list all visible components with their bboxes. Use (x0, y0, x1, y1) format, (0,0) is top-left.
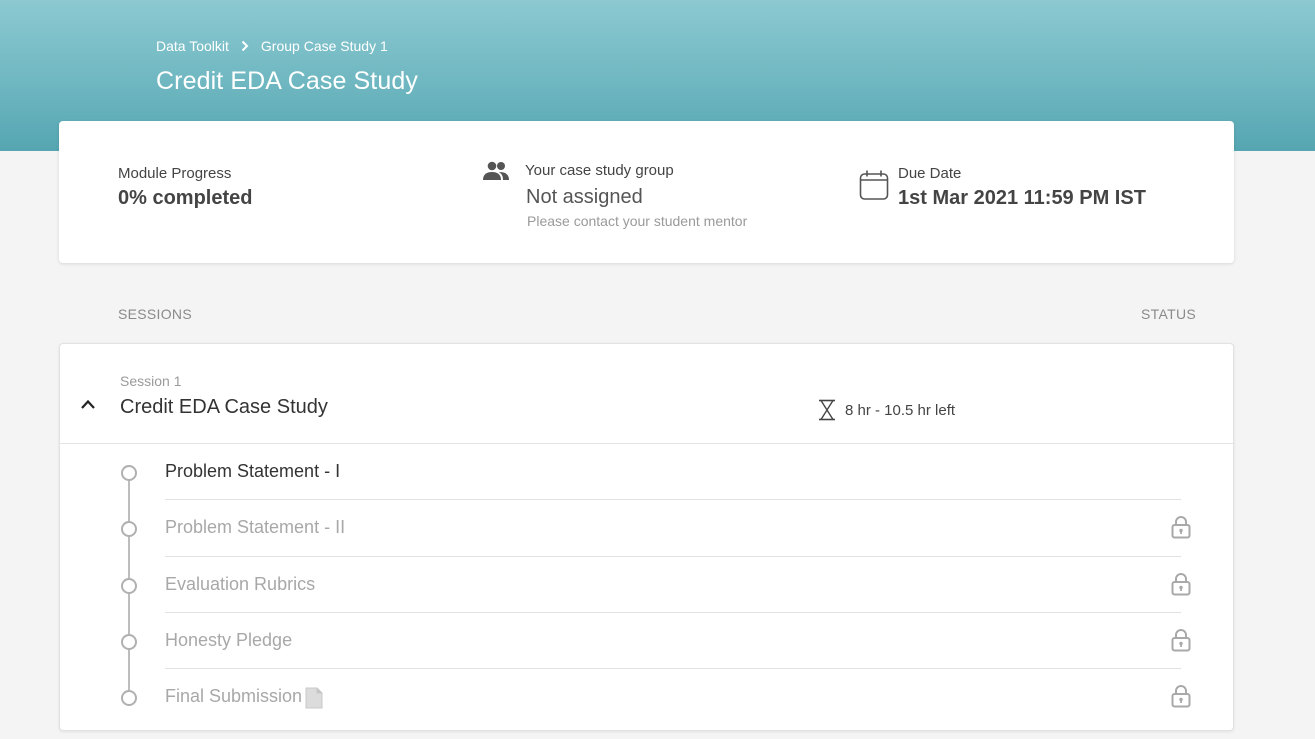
page-title: Credit EDA Case Study (156, 67, 418, 95)
list-item[interactable]: Problem Statement - I (60, 444, 1233, 500)
module-progress: Module Progress 0% completed (118, 165, 252, 210)
session-title[interactable]: Credit EDA Case Study (120, 396, 328, 419)
breadcrumb: Data Toolkit Group Case Study 1 (156, 38, 388, 54)
due-date-label: Due Date (898, 165, 962, 182)
timeline-dot (121, 634, 137, 650)
list-item[interactable]: Final Submission (60, 669, 1233, 725)
timeline-dot (121, 521, 137, 537)
timeline-dot (121, 578, 137, 594)
item-label[interactable]: Problem Statement - II (165, 517, 345, 538)
group-value: Not assigned (526, 186, 643, 208)
chevron-right-icon (241, 40, 249, 52)
item-label[interactable]: Final Submission (165, 686, 302, 707)
summary-card: Module Progress 0% completed Your case s… (59, 121, 1234, 263)
time-left: 8 hr - 10.5 hr left (817, 399, 955, 421)
list-item[interactable]: Honesty Pledge (60, 613, 1233, 669)
lock-icon[interactable] (1171, 572, 1191, 596)
session-number: Session 1 (120, 373, 182, 389)
due-date: Due Date 1st Mar 2021 11:59 PM IST (898, 165, 1146, 210)
group-note: Please contact your student mentor (527, 213, 748, 229)
time-left-text: 8 hr - 10.5 hr left (845, 401, 956, 419)
sessions-column-label: SESSIONS (118, 306, 192, 322)
status-column-label: STATUS (1141, 306, 1196, 322)
timeline-dot (121, 690, 137, 706)
lock-icon[interactable] (1171, 515, 1191, 539)
breadcrumb-data-toolkit[interactable]: Data Toolkit (156, 38, 229, 54)
timeline-dot (121, 465, 137, 481)
case-study-group: Your case study group Not assigned Pleas… (525, 162, 747, 229)
sessions-header: SESSIONS STATUS (118, 306, 1196, 322)
session-header[interactable]: Session 1 Credit EDA Case Study 8 hr - 1… (60, 344, 1233, 444)
list-item[interactable]: Evaluation Rubrics (60, 557, 1233, 613)
module-progress-label: Module Progress (118, 165, 232, 182)
group-icon (483, 161, 509, 180)
document-icon (305, 687, 323, 709)
calendar-icon (859, 170, 889, 200)
list-item[interactable]: Problem Statement - II (60, 500, 1233, 557)
item-label[interactable]: Problem Statement - I (165, 461, 340, 482)
item-label[interactable]: Honesty Pledge (165, 630, 292, 651)
due-date-value: 1st Mar 2021 11:59 PM IST (898, 187, 1146, 209)
breadcrumb-group-case-study[interactable]: Group Case Study 1 (261, 38, 388, 54)
lock-icon[interactable] (1171, 628, 1191, 652)
chevron-up-icon[interactable] (80, 397, 96, 411)
session-card: Session 1 Credit EDA Case Study 8 hr - 1… (59, 343, 1234, 731)
item-label[interactable]: Evaluation Rubrics (165, 574, 315, 595)
group-label: Your case study group (525, 162, 674, 179)
hourglass-icon (819, 399, 835, 421)
module-progress-value: 0% completed (118, 187, 253, 209)
lock-icon[interactable] (1171, 684, 1191, 708)
